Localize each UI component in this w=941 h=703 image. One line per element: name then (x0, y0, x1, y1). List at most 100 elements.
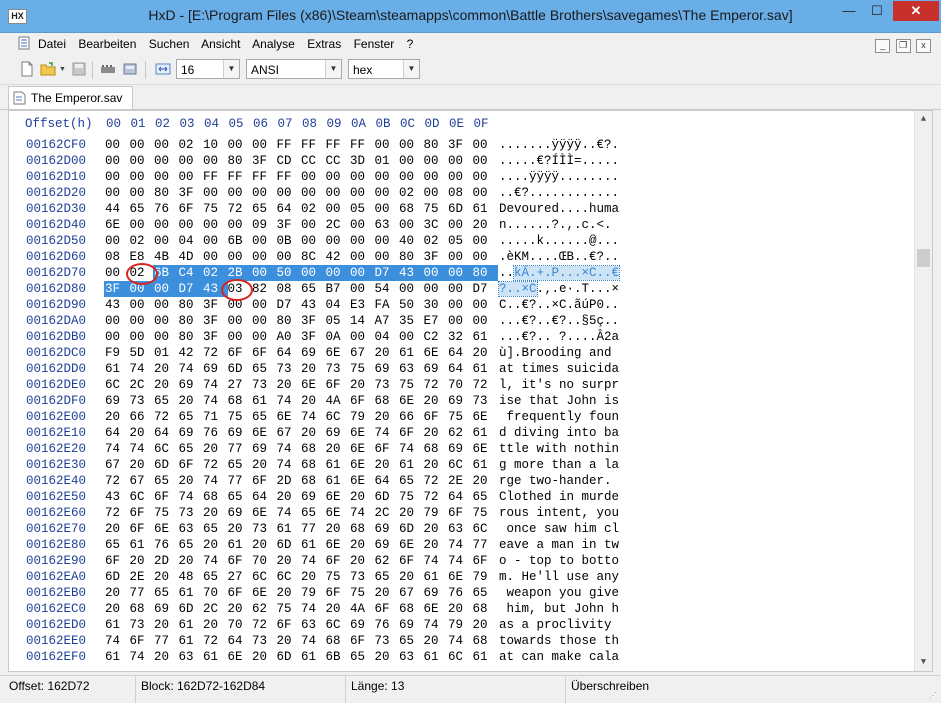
hex-byte[interactable]: 80 (178, 297, 204, 313)
hex-byte[interactable]: 20 (423, 393, 449, 409)
hex-byte[interactable]: 00 (251, 329, 277, 345)
hex-byte[interactable]: 61 (276, 521, 302, 537)
hex-byte[interactable]: 02 (178, 137, 204, 153)
hex-byte[interactable]: 05 (447, 233, 473, 249)
hex-byte[interactable]: 74 (447, 553, 473, 569)
hex-byte[interactable]: D7 (373, 265, 400, 281)
hex-byte[interactable]: 65 (178, 441, 204, 457)
hex-byte[interactable]: 65 (178, 409, 204, 425)
hex-byte[interactable]: 6C (104, 377, 130, 393)
hex-byte[interactable]: 3F (447, 137, 473, 153)
hex-byte[interactable]: 00 (300, 265, 326, 281)
hex-byte[interactable]: 20 (153, 361, 179, 377)
hex-byte[interactable]: 69 (104, 393, 130, 409)
hex-byte[interactable]: 6E (251, 585, 277, 601)
hex-byte[interactable]: 6C (325, 617, 351, 633)
hex-byte[interactable]: 61 (178, 585, 204, 601)
hex-byte[interactable]: 70 (227, 617, 253, 633)
hex-byte[interactable]: 00 (423, 281, 449, 297)
hex-byte[interactable]: 00 (349, 169, 375, 185)
hex-byte[interactable]: 20 (423, 425, 449, 441)
hex-byte[interactable]: 76 (374, 617, 400, 633)
hex-byte[interactable]: 75 (276, 601, 302, 617)
hex-byte[interactable]: 54 (374, 281, 400, 297)
hex-byte[interactable]: 00 (374, 169, 400, 185)
hex-byte[interactable]: 00 (153, 217, 179, 233)
hex-byte[interactable]: CC (300, 153, 326, 169)
hex-byte[interactable]: 74 (447, 633, 473, 649)
hex-byte[interactable]: 20 (349, 553, 375, 569)
hex-byte[interactable]: 00 (398, 217, 424, 233)
hex-byte[interactable]: 66 (398, 409, 424, 425)
hex-byte[interactable]: 4D (178, 249, 204, 265)
hex-byte[interactable]: 80 (398, 249, 424, 265)
hex-byte[interactable]: 00 (153, 153, 179, 169)
hex-byte[interactable]: 69 (300, 489, 326, 505)
hex-byte[interactable]: 70 (202, 585, 228, 601)
hex-byte[interactable]: B7 (325, 281, 351, 297)
hex-byte[interactable]: 00 (128, 281, 155, 297)
hex-byte[interactable]: 65 (227, 457, 253, 473)
hex-byte[interactable]: 6E (325, 537, 351, 553)
ascii-text[interactable]: ....ÿÿÿÿ........ (499, 169, 619, 185)
mdi-close-button[interactable]: x (916, 39, 931, 53)
hex-byte[interactable]: 6D (276, 649, 302, 665)
hex-byte[interactable]: 04 (374, 329, 400, 345)
hex-byte[interactable]: 6F (129, 521, 155, 537)
hex-byte[interactable]: 75 (423, 201, 449, 217)
hex-byte[interactable]: 00 (153, 233, 179, 249)
hex-byte[interactable]: 61 (325, 473, 351, 489)
hex-byte[interactable]: 00 (349, 281, 375, 297)
hex-byte[interactable]: 43 (104, 297, 130, 313)
hex-byte[interactable]: 6B (325, 649, 351, 665)
hex-byte[interactable]: 64 (447, 345, 473, 361)
hex-byte[interactable]: 74 (300, 601, 326, 617)
hex-byte[interactable]: 61 (472, 649, 498, 665)
hex-byte[interactable]: 00 (202, 185, 228, 201)
hex-byte[interactable]: 00 (325, 185, 351, 201)
hex-byte[interactable]: 4A (349, 601, 375, 617)
hex-byte[interactable]: 64 (153, 425, 179, 441)
ascii-text[interactable]: ..€?............ (499, 185, 619, 201)
hex-byte[interactable]: C2 (423, 329, 449, 345)
hex-byte[interactable]: FF (251, 169, 277, 185)
hex-byte[interactable]: 00 (447, 297, 473, 313)
hex-byte[interactable]: 65 (202, 569, 228, 585)
hex-byte[interactable]: 20 (202, 505, 228, 521)
hex-byte[interactable]: 64 (104, 425, 130, 441)
hex-byte[interactable]: 2E (447, 473, 473, 489)
hex-byte[interactable]: 71 (202, 409, 228, 425)
ascii-text[interactable]: .....k......@... (499, 233, 619, 249)
ascii-text[interactable]: ..kÄ.+.P...×C..€ (499, 265, 621, 281)
hex-byte[interactable]: 63 (178, 649, 204, 665)
hex-byte[interactable]: 20 (178, 553, 204, 569)
ascii-text[interactable]: Clothed in murde (499, 489, 619, 505)
ascii-text[interactable]: rge two-hander. (499, 473, 619, 489)
hex-byte[interactable]: 20 (276, 489, 302, 505)
hex-byte[interactable]: 75 (349, 361, 375, 377)
hex-byte[interactable]: 20 (472, 617, 498, 633)
hex-byte[interactable]: 74 (447, 537, 473, 553)
hex-byte[interactable]: 00 (447, 313, 473, 329)
hex-byte[interactable]: 00 (104, 329, 130, 345)
hex-byte[interactable]: 00 (472, 249, 498, 265)
hex-byte[interactable]: 61 (178, 617, 204, 633)
hex-byte[interactable]: 20 (472, 345, 498, 361)
hex-byte[interactable]: 73 (129, 617, 155, 633)
ascii-text[interactable]: at can make cala (499, 649, 619, 665)
hex-byte[interactable]: 6F (472, 553, 498, 569)
hex-byte[interactable]: 66 (129, 409, 155, 425)
hex-byte[interactable]: 74 (104, 633, 130, 649)
hex-byte[interactable]: 6F (325, 553, 351, 569)
hex-byte[interactable]: 20 (153, 649, 179, 665)
hex-byte[interactable]: 00 (251, 185, 277, 201)
hex-byte[interactable]: 64 (251, 489, 277, 505)
hex-byte[interactable]: 00 (251, 249, 277, 265)
resize-grip-icon[interactable]: ⋰ (929, 691, 939, 701)
hex-byte[interactable]: 61 (202, 649, 228, 665)
hex-byte[interactable]: 6D (178, 601, 204, 617)
hex-byte[interactable]: CD (276, 153, 302, 169)
hex-byte[interactable]: FF (300, 137, 326, 153)
hex-byte[interactable]: 73 (374, 633, 400, 649)
hex-byte[interactable]: 00 (104, 153, 130, 169)
